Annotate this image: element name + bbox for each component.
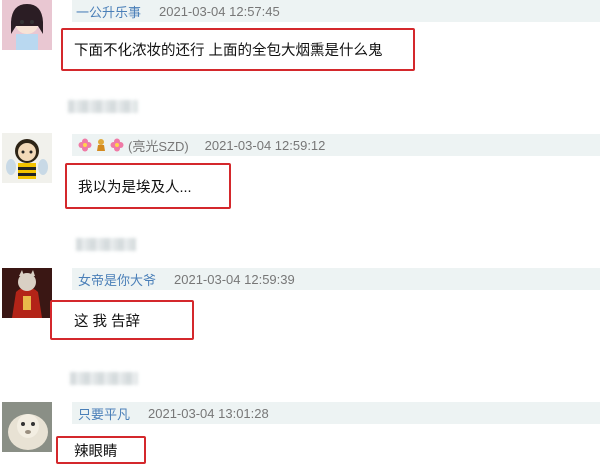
comment-meta: 一公升乐事 2021-03-04 12:57:45 — [72, 0, 600, 22]
comment-item: 一公升乐事 2021-03-04 12:57:45 下面不化浓妆的还行 上面的全… — [0, 0, 600, 80]
blurred-text — [68, 100, 138, 113]
avatar[interactable] — [2, 402, 52, 452]
comment-item: (亮光SZD) 2021-03-04 12:59:12 我以为是埃及人... — [0, 133, 600, 213]
comment-text-content: 这 我 告辞 — [74, 313, 141, 330]
comment-text: 我以为是埃及人... — [65, 163, 231, 209]
user-badges — [72, 138, 124, 152]
comment-item: 女帝是你大爷 2021-03-04 12:59:39 这 我 告辞 — [0, 268, 600, 348]
comment-item: 只要平凡 2021-03-04 13:01:28 辣眼睛 — [0, 400, 600, 472]
avatar-image — [2, 268, 52, 318]
avatar-image — [2, 402, 52, 452]
username[interactable]: 只要平凡 — [72, 404, 130, 423]
username[interactable]: (亮光SZD) — [124, 136, 189, 155]
avatar[interactable] — [2, 0, 52, 50]
doll-icon — [97, 139, 105, 151]
blurred-text — [70, 372, 138, 385]
flower-icon — [110, 138, 124, 152]
comment-text-content: 下面不化浓妆的还行 上面的全包大烟熏是什么鬼 — [74, 43, 383, 59]
avatar-image — [2, 0, 52, 50]
username[interactable]: 一公升乐事 — [72, 2, 141, 21]
timestamp: 2021-03-04 12:59:39 — [174, 271, 295, 287]
comment-meta: 只要平凡 2021-03-04 13:01:28 — [72, 402, 600, 424]
comment-text: 这 我 告辞 — [50, 300, 194, 340]
timestamp: 2021-03-04 12:57:45 — [159, 3, 280, 19]
avatar[interactable] — [2, 133, 52, 183]
comment-meta: (亮光SZD) 2021-03-04 12:59:12 — [72, 134, 600, 156]
username[interactable]: 女帝是你大爷 — [72, 270, 156, 289]
blurred-text — [76, 238, 136, 251]
comment-text-content: 辣眼睛 — [74, 443, 118, 460]
comment-meta: 女帝是你大爷 2021-03-04 12:59:39 — [72, 268, 600, 290]
comment-text: 下面不化浓妆的还行 上面的全包大烟熏是什么鬼 — [61, 28, 415, 71]
timestamp: 2021-03-04 13:01:28 — [148, 405, 269, 421]
flower-icon — [78, 138, 92, 152]
comment-text: 辣眼睛 — [56, 436, 146, 464]
timestamp: 2021-03-04 12:59:12 — [204, 137, 326, 153]
comment-text-content: 我以为是埃及人... — [78, 179, 192, 196]
avatar-image — [2, 133, 52, 183]
avatar[interactable] — [2, 268, 52, 318]
